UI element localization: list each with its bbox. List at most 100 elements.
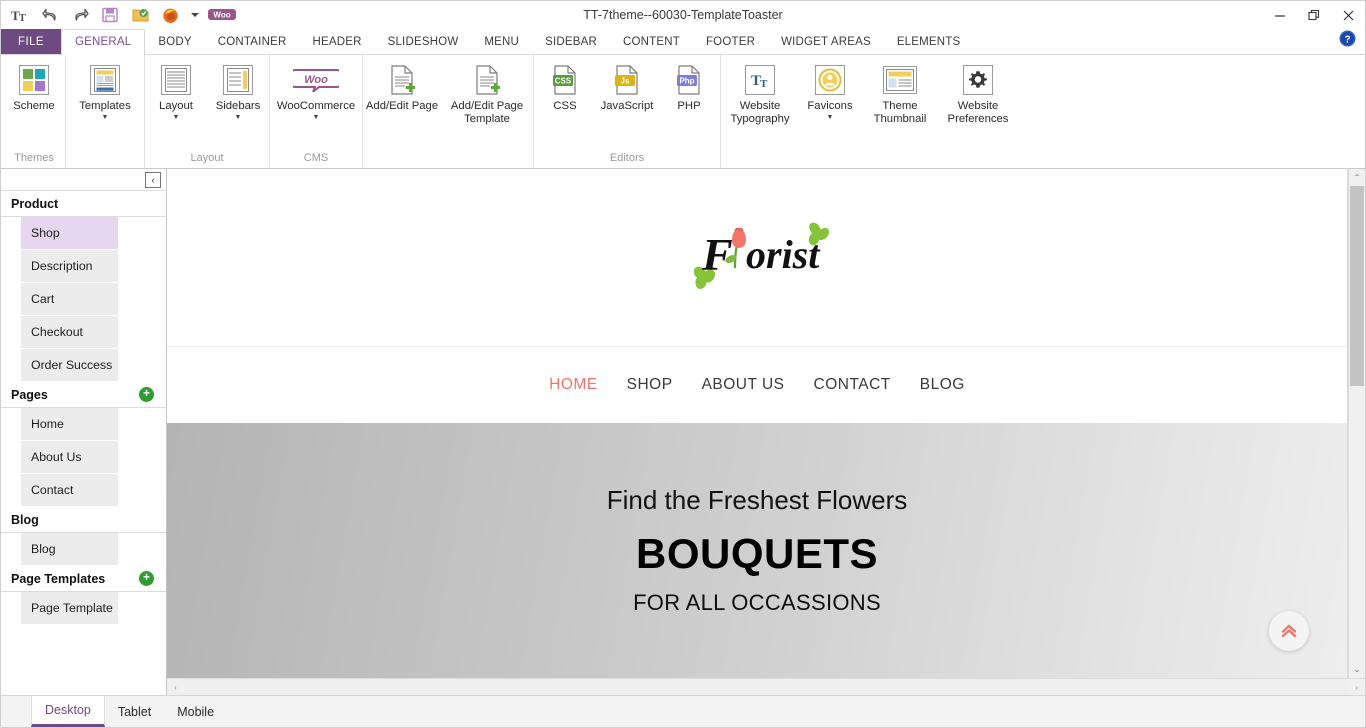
help-icon[interactable]: ? <box>1339 30 1356 47</box>
browser-dropdown-caret[interactable] <box>190 5 199 26</box>
sidebar-item-about-us[interactable]: About Us <box>21 441 118 473</box>
chevron-down-icon[interactable]: ▼ <box>235 114 242 122</box>
close-button[interactable] <box>1331 1 1365 29</box>
preview-horizontal-scrollbar[interactable]: ‹ › <box>167 678 1365 695</box>
add-page-template-button[interactable]: + <box>139 571 154 586</box>
tab-slideshow[interactable]: SLIDESHOW <box>375 29 472 54</box>
tab-elements[interactable]: ELEMENTS <box>884 29 974 54</box>
site-navigation: HOME SHOP ABOUT US CONTACT BLOG <box>167 347 1347 423</box>
nav-link-shop[interactable]: SHOP <box>627 376 673 394</box>
ribbon-tab-strip: FILE GENERAL BODY CONTAINER HEADER SLIDE… <box>1 29 1365 55</box>
svg-text:Php: Php <box>679 77 694 86</box>
typography-icon[interactable]: TT <box>10 5 31 26</box>
chevron-down-icon[interactable]: ▼ <box>102 114 109 122</box>
ribbon-button-website-preferences[interactable]: Website Preferences <box>939 61 1017 127</box>
title-bar: TT Woo TT-7theme--60030-TemplateToaster … <box>1 1 1365 47</box>
ribbon-label-theme-thumbnail: Theme Thumbnail <box>873 100 927 125</box>
nav-link-contact[interactable]: CONTACT <box>814 376 891 394</box>
tab-container[interactable]: CONTAINER <box>205 29 300 54</box>
scroll-right-button[interactable]: › <box>1348 679 1365 695</box>
ribbon-button-scheme[interactable]: Scheme <box>3 61 65 115</box>
redo-icon[interactable] <box>70 5 91 26</box>
color-scheme-icon <box>19 63 49 97</box>
sidebar-item-page-template[interactable]: Page Template <box>21 592 118 624</box>
minimize-button[interactable] <box>1263 1 1297 29</box>
ribbon-button-css[interactable]: CSS CSS <box>534 61 596 115</box>
tab-general[interactable]: GENERAL <box>61 29 146 55</box>
sidebar-section-items-page-templates: Page Template <box>1 592 166 625</box>
scroll-left-button[interactable]: ‹ <box>167 679 184 695</box>
ribbon-group-website: T T Website Typography Favicons ▼ Theme … <box>720 55 1017 168</box>
ribbon-button-javascript[interactable]: Js JavaScript <box>596 61 658 115</box>
navigator-sidebar: ‹ Product Shop Description Cart Checkout… <box>1 169 167 695</box>
woocommerce-icon[interactable]: Woo <box>208 5 236 26</box>
scroll-up-button[interactable]: ⌃ <box>1349 169 1365 186</box>
ribbon-group-pages: Add/Edit Page Add/Edit Page Template <box>362 55 533 168</box>
tab-mobile[interactable]: Mobile <box>164 696 227 727</box>
sidebar-item-order-success[interactable]: Order Success <box>21 349 118 381</box>
ribbon-button-theme-thumbnail[interactable]: Theme Thumbnail <box>861 61 939 127</box>
add-page-button[interactable]: + <box>139 387 154 402</box>
gear-icon <box>963 63 993 97</box>
ribbon-button-layout[interactable]: Layout ▼ <box>145 61 207 124</box>
svg-text:Woo: Woo <box>304 74 328 86</box>
sidebar-item-blog[interactable]: Blog <box>21 533 118 565</box>
firefox-preview-icon[interactable] <box>160 5 181 26</box>
tab-desktop[interactable]: Desktop <box>31 696 105 727</box>
ribbon-label-website-preferences: Website Preferences <box>947 100 1009 125</box>
horizontal-scroll-track[interactable] <box>184 679 1348 695</box>
ribbon-label-woocommerce: WooCommerce <box>276 100 356 112</box>
tab-file[interactable]: FILE <box>1 29 61 54</box>
svg-text:Woo: Woo <box>213 11 230 20</box>
sidebar-section-title-pages: Pages <box>11 387 48 402</box>
sidebar-item-home[interactable]: Home <box>21 408 118 440</box>
ribbon-button-templates[interactable]: Templates ▼ <box>66 61 144 124</box>
ribbon-group-label-pages <box>363 151 533 168</box>
scroll-down-button[interactable]: ⌄ <box>1349 661 1365 678</box>
chevron-down-icon[interactable]: ▼ <box>173 114 180 122</box>
tab-content[interactable]: CONTENT <box>610 29 693 54</box>
scroll-to-top-button[interactable] <box>1269 611 1309 651</box>
ribbon-button-add-edit-page[interactable]: Add/Edit Page <box>363 61 441 115</box>
sidebar-item-description[interactable]: Description <box>21 250 118 282</box>
sidebar-section-items-product: Shop Description Cart Checkout Order Suc… <box>1 217 166 382</box>
sidebar-item-cart[interactable]: Cart <box>21 283 118 315</box>
tab-footer[interactable]: FOOTER <box>693 29 768 54</box>
sidebar-item-contact[interactable]: Contact <box>21 474 118 506</box>
ribbon-button-website-typography[interactable]: T T Website Typography <box>721 61 799 127</box>
collapse-sidebar-button[interactable]: ‹ <box>145 171 161 188</box>
tab-header[interactable]: HEADER <box>299 29 374 54</box>
tab-tablet[interactable]: Tablet <box>105 696 164 727</box>
nav-link-blog[interactable]: BLOG <box>920 376 965 394</box>
chevron-down-icon[interactable]: ▼ <box>313 114 320 122</box>
typography-icon: T T <box>745 63 775 97</box>
ribbon-label-templates: Templates <box>79 100 131 112</box>
sidebar-item-shop[interactable]: Shop <box>21 217 118 249</box>
save-icon[interactable] <box>100 5 121 26</box>
tab-widget-areas[interactable]: WIDGET AREAS <box>768 29 884 54</box>
undo-icon[interactable] <box>40 5 61 26</box>
ribbon-label-website-typography: Website Typography <box>730 100 790 125</box>
ribbon-button-favicons[interactable]: Favicons ▼ <box>799 61 861 124</box>
tab-sidebar[interactable]: SIDEBAR <box>532 29 610 54</box>
php-file-icon: Php <box>676 63 702 97</box>
sidebar-item-checkout[interactable]: Checkout <box>21 316 118 348</box>
site-logo[interactable]: F orist <box>682 218 832 297</box>
ribbon-button-woocommerce[interactable]: Woo WooCommerce ▼ <box>270 61 362 124</box>
restore-button[interactable] <box>1297 1 1331 29</box>
ribbon-group-label-templates <box>66 151 144 168</box>
ribbon-group-label-themes: Themes <box>14 152 54 164</box>
chevron-down-icon[interactable]: ▼ <box>827 114 834 122</box>
ribbon-button-php[interactable]: Php PHP <box>658 61 720 115</box>
preview-vertical-scrollbar[interactable]: ⌃ ⌄ <box>1348 169 1365 678</box>
open-folder-icon[interactable] <box>130 5 151 26</box>
ribbon-toolbar: Scheme Themes Templates ▼ Layout ▼ Sideb… <box>1 55 1365 169</box>
ribbon-button-sidebars[interactable]: Sidebars ▼ <box>207 61 269 124</box>
tab-menu[interactable]: MENU <box>471 29 532 54</box>
nav-link-home[interactable]: HOME <box>549 376 598 394</box>
vertical-scroll-track[interactable] <box>1349 186 1365 661</box>
tab-body[interactable]: BODY <box>145 29 204 54</box>
vertical-scroll-thumb[interactable] <box>1350 186 1364 386</box>
nav-link-about-us[interactable]: ABOUT US <box>702 376 785 394</box>
ribbon-button-add-edit-page-template[interactable]: Add/Edit Page Template <box>441 61 533 127</box>
